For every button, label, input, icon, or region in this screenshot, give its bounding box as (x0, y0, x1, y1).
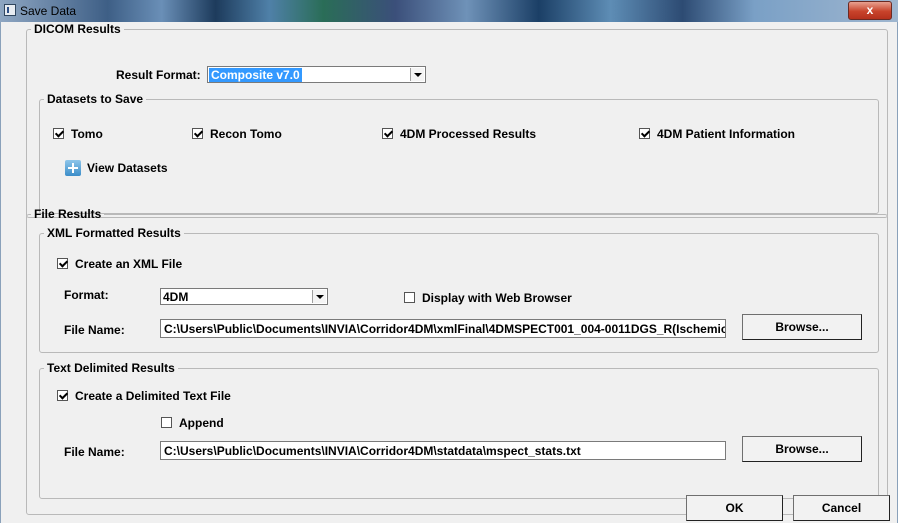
datasets-legend: Datasets to Save (47, 92, 144, 106)
recon-tomo-checkbox[interactable]: Recon Tomo (192, 127, 282, 141)
checkbox-icon[interactable] (161, 417, 172, 428)
web-browser-label: Display with Web Browser (422, 291, 572, 305)
checkbox-icon[interactable] (192, 128, 203, 139)
text-browse-button[interactable]: Browse... (742, 436, 862, 462)
xml-browse-button[interactable]: Browse... (742, 314, 862, 340)
checkbox-icon[interactable] (382, 128, 393, 139)
chevron-down-icon[interactable] (312, 290, 326, 303)
patient-information-label: 4DM Patient Information (657, 127, 796, 141)
checkbox-icon[interactable] (639, 128, 650, 139)
file-results-legend: File Results (34, 207, 102, 221)
processed-results-checkbox[interactable]: 4DM Processed Results (382, 127, 536, 141)
create-xml-label: Create an XML File (75, 257, 183, 271)
text-file-name-field[interactable]: C:\Users\Public\Documents\INVIA\Corridor… (160, 441, 726, 460)
datasets-to-save-group: Datasets to Save (39, 92, 879, 214)
title-bar[interactable]: Save Data x (0, 0, 898, 23)
ok-button[interactable]: OK (686, 495, 783, 521)
checkbox-icon[interactable] (57, 258, 68, 269)
dicom-results-legend: DICOM Results (34, 22, 121, 36)
app-icon (4, 4, 16, 16)
save-data-dialog: Save Data x DICOM Results Result Format:… (0, 0, 898, 523)
processed-results-label: 4DM Processed Results (400, 127, 537, 141)
checkbox-icon[interactable] (57, 390, 68, 401)
result-format-select[interactable]: Composite v7.0 (207, 66, 426, 83)
format-label: Format: (64, 288, 109, 302)
checkbox-icon[interactable] (404, 292, 415, 303)
web-browser-checkbox[interactable]: Display with Web Browser (404, 291, 572, 305)
dialog-body: DICOM Results Result Format: Composite v… (0, 22, 898, 523)
xml-file-name-field[interactable]: C:\Users\Public\Documents\INVIA\Corridor… (160, 319, 726, 338)
xml-file-name-label: File Name: (64, 323, 125, 337)
xml-results-legend: XML Formatted Results (47, 226, 181, 240)
tomo-checkbox[interactable]: Tomo (53, 127, 103, 141)
text-results-legend: Text Delimited Results (47, 361, 175, 375)
view-datasets-button[interactable]: View Datasets (65, 160, 168, 176)
append-label: Append (179, 416, 224, 430)
recon-tomo-label: Recon Tomo (210, 127, 282, 141)
patient-information-checkbox[interactable]: 4DM Patient Information (639, 127, 795, 141)
create-text-file-label: Create a Delimited Text File (75, 389, 231, 403)
result-format-value: Composite v7.0 (209, 68, 302, 82)
xml-format-select[interactable]: 4DM (160, 288, 328, 305)
cancel-button[interactable]: Cancel (793, 495, 890, 521)
text-file-name-label: File Name: (64, 445, 125, 459)
result-format-label: Result Format: (116, 68, 201, 82)
tomo-label: Tomo (71, 127, 103, 141)
chevron-down-icon[interactable] (410, 68, 424, 81)
close-button[interactable]: x (848, 1, 892, 20)
checkbox-icon[interactable] (53, 128, 64, 139)
window-title: Save Data (20, 4, 77, 18)
create-xml-checkbox[interactable]: Create an XML File (57, 257, 182, 271)
create-text-file-checkbox[interactable]: Create a Delimited Text File (57, 389, 231, 403)
plus-icon (65, 160, 81, 176)
text-results-group: Text Delimited Results (39, 361, 879, 499)
append-checkbox[interactable]: Append (161, 416, 224, 430)
view-datasets-label: View Datasets (87, 161, 168, 175)
xml-format-value: 4DM (163, 290, 189, 304)
